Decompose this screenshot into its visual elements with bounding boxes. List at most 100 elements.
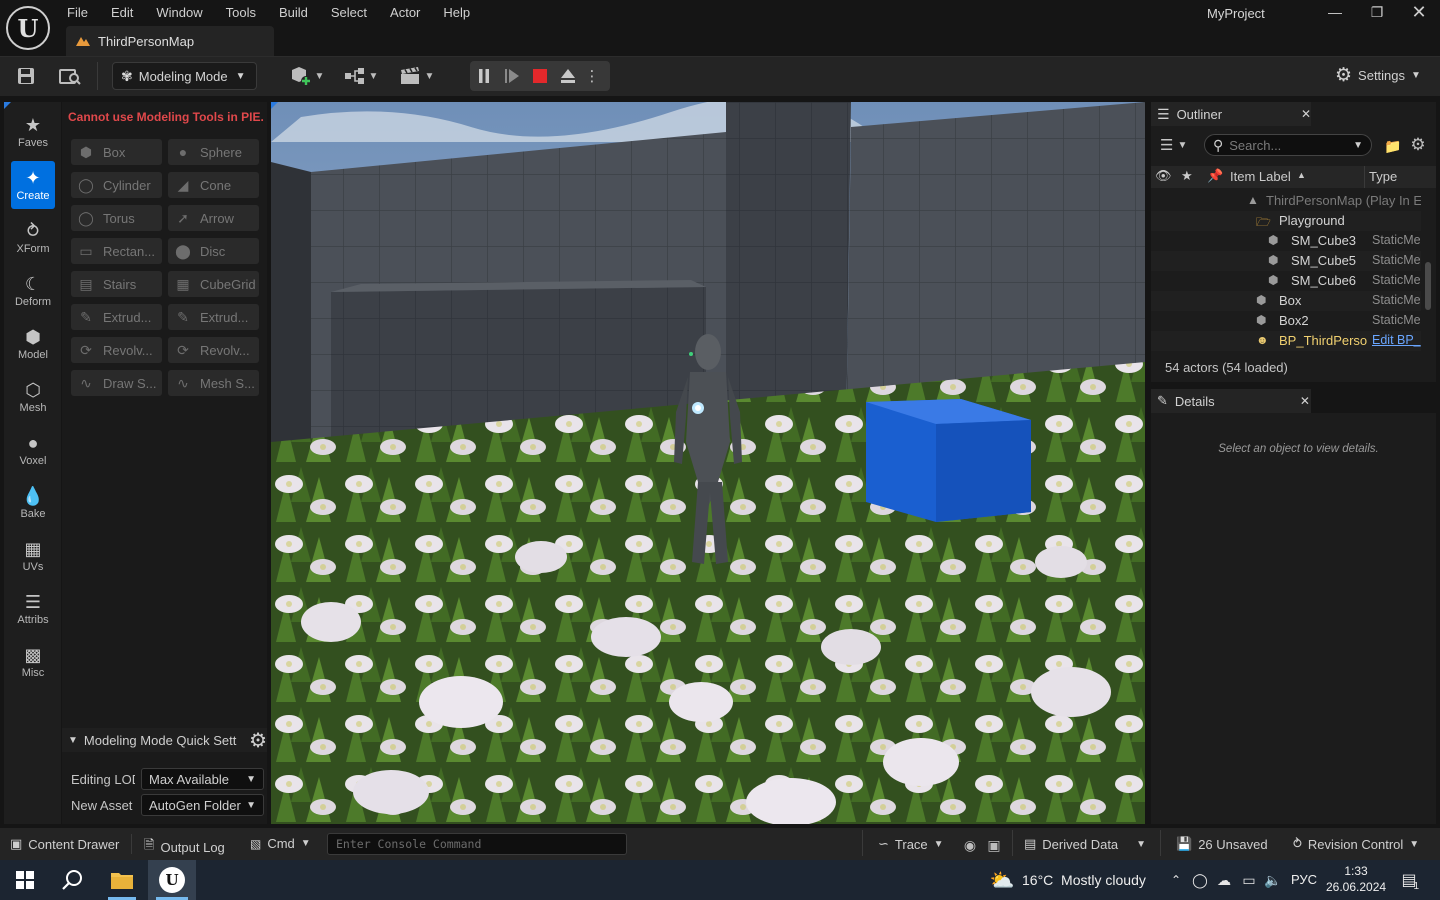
tool-revolve-path-button[interactable]: ⟳ Revolv... xyxy=(71,337,162,363)
record-icon[interactable]: ◉ xyxy=(961,836,979,854)
mode-misc[interactable]: ▩ Misc xyxy=(11,638,55,686)
tool-torus-button[interactable]: ◯ Torus xyxy=(71,205,162,231)
mode-model[interactable]: ⬢ Model xyxy=(11,320,55,368)
close-icon[interactable]: ✕ xyxy=(1300,394,1310,408)
add-folder-icon[interactable]: 📁 xyxy=(1384,137,1402,155)
new-asset-select[interactable]: AutoGen Folder ▼ xyxy=(141,794,264,816)
type-column[interactable]: Type xyxy=(1369,169,1397,184)
mode-xform[interactable]: ⥁ XForm xyxy=(11,214,55,262)
restore-button[interactable]: ❐ xyxy=(1357,2,1397,22)
chevron-up-icon[interactable]: ⌃ xyxy=(1166,860,1186,900)
edit-blueprint-link[interactable]: Edit BP_ xyxy=(1372,333,1421,347)
clock[interactable]: 1:33 26.06.2024 xyxy=(1326,864,1386,894)
output-log-button[interactable]: 🗎 Output Log xyxy=(144,836,225,858)
close-icon[interactable]: ✕ xyxy=(1301,107,1311,121)
gear-icon[interactable]: ⚙ xyxy=(1409,135,1427,154)
close-window-button[interactable]: ✕ xyxy=(1399,2,1439,22)
unreal-taskbar-button[interactable]: U xyxy=(148,860,196,900)
tool-box-button[interactable]: ⬢ Box xyxy=(71,139,162,165)
tool-cubegrid-button[interactable]: ▦ CubeGrid xyxy=(168,271,259,297)
screenshot-icon[interactable]: ▣ xyxy=(985,836,1003,854)
cinematics-button[interactable]: ▼ xyxy=(397,64,437,88)
stop-button[interactable] xyxy=(526,61,554,91)
minimize-button[interactable]: — xyxy=(1315,2,1355,22)
mode-bake[interactable]: 💧 Bake xyxy=(11,479,55,527)
console-command-input[interactable]: Enter Console Command xyxy=(327,833,627,855)
menu-file[interactable]: File xyxy=(58,3,97,22)
tool-sphere-button[interactable]: ● Sphere xyxy=(168,139,259,165)
gear-icon[interactable]: ⚙ xyxy=(249,728,267,753)
frame-skip-button[interactable] xyxy=(498,61,526,91)
network-icon[interactable]: ▭ xyxy=(1238,860,1260,900)
menu-tools[interactable]: Tools xyxy=(217,3,265,22)
mode-mesh[interactable]: ⬡ Mesh xyxy=(11,373,55,421)
eject-button[interactable] xyxy=(554,61,582,91)
file-explorer-button[interactable] xyxy=(98,860,146,900)
mode-selector-button[interactable]: ✾ Modeling Mode ▼ xyxy=(112,62,257,90)
derived-data-button[interactable]: ▤ Derived Data ▼ xyxy=(1024,836,1146,852)
outliner-tab[interactable]: ☰ Outliner ✕ xyxy=(1151,102,1311,126)
mode-attribs[interactable]: ☰ Attribs xyxy=(11,585,55,633)
volume-icon[interactable]: 🔈 xyxy=(1262,860,1284,900)
favorite-star-icon[interactable]: ★ xyxy=(1181,168,1193,184)
tool-extrude-polygon-button[interactable]: ✎ Extrud... xyxy=(168,304,259,330)
tool-disc-button[interactable]: ⬤ Disc xyxy=(168,238,259,264)
save-icon[interactable] xyxy=(14,64,38,88)
editing-lod-select[interactable]: Max Available ▼ xyxy=(141,768,264,790)
device-icon[interactable]: ◯ xyxy=(1190,860,1210,900)
blueprint-button[interactable]: ▼ xyxy=(341,64,381,88)
tool-cylinder-button[interactable]: ◯ Cylinder xyxy=(71,172,162,198)
outliner-row[interactable]: ⬢ SM_Cube3 StaticMe xyxy=(1151,231,1421,251)
trace-button[interactable]: ∽ Trace ▼ xyxy=(878,836,944,852)
menu-build[interactable]: Build xyxy=(270,3,317,22)
tool-mesh-spline-button[interactable]: ∿ Mesh S... xyxy=(168,370,259,396)
cmd-selector[interactable]: ▧ Cmd ▼ xyxy=(250,836,311,851)
outliner-row[interactable]: ⬢ SM_Cube5 StaticMe xyxy=(1151,251,1421,271)
mode-deform[interactable]: ☾ Deform xyxy=(11,267,55,315)
content-drawer-button[interactable]: ▣ Content Drawer xyxy=(10,836,119,852)
visibility-eye-icon[interactable]: 👁 xyxy=(1155,168,1172,184)
tool-revolve-boundary-button[interactable]: ⟳ Revolv... xyxy=(168,337,259,363)
item-label-column[interactable]: Item Label xyxy=(1230,169,1291,184)
outliner-row[interactable]: ⬢ SM_Cube6 StaticMe xyxy=(1151,271,1421,291)
outliner-row[interactable]: ▲ ThirdPersonMap (Play In E xyxy=(1151,191,1421,211)
details-tab[interactable]: ✎ Details ✕ xyxy=(1151,389,1311,413)
mode-uvs[interactable]: ▦ UVs xyxy=(11,532,55,580)
tool-arrow-button[interactable]: ➚ Arrow xyxy=(168,205,259,231)
mode-voxel[interactable]: ● Voxel xyxy=(11,426,55,474)
quick-settings-header[interactable]: ▼ Modeling Mode Quick Sett ⚙ xyxy=(62,728,267,752)
menu-edit[interactable]: Edit xyxy=(102,3,142,22)
mode-create[interactable]: ✦ Create xyxy=(11,161,55,209)
menu-actor[interactable]: Actor xyxy=(381,3,429,22)
level-viewport[interactable] xyxy=(271,102,1145,824)
unreal-logo-icon[interactable]: U xyxy=(6,6,50,50)
menu-window[interactable]: Window xyxy=(147,3,211,22)
outliner-scrollbar[interactable] xyxy=(1425,262,1431,310)
map-tab[interactable]: ThirdPersonMap xyxy=(66,26,274,56)
tool-draw-spline-button[interactable]: ∿ Draw S... xyxy=(71,370,162,396)
input-language[interactable]: РУС xyxy=(1291,872,1317,887)
filter-button[interactable]: ☰ ▼ xyxy=(1160,136,1187,154)
tool-stairs-button[interactable]: ▤ Stairs xyxy=(71,271,162,297)
revision-control-button[interactable]: ⥁ Revision Control ▼ xyxy=(1293,836,1419,852)
pin-icon[interactable]: 📌 xyxy=(1207,168,1223,184)
menu-help[interactable]: Help xyxy=(434,3,479,22)
outliner-row[interactable]: ⬢ Box2 StaticMe xyxy=(1151,311,1421,331)
outliner-row[interactable]: ⬢ Box StaticMe xyxy=(1151,291,1421,311)
play-options-button[interactable]: ⋮ xyxy=(582,61,602,91)
unsaved-button[interactable]: 💾 26 Unsaved xyxy=(1176,836,1268,852)
mode-faves[interactable]: ★ Faves xyxy=(11,108,55,156)
tool-rectangle-button[interactable]: ▭ Rectan... xyxy=(71,238,162,264)
outliner-row[interactable]: 🗁 Playground xyxy=(1151,211,1421,231)
start-button[interactable] xyxy=(4,860,46,900)
tool-cone-button[interactable]: ◢ Cone xyxy=(168,172,259,198)
tool-extrude-path-button[interactable]: ✎ Extrud... xyxy=(71,304,162,330)
settings-button[interactable]: ⚙ Settings ▼ xyxy=(1335,64,1421,87)
notifications-button[interactable]: ▤ 1 xyxy=(1394,860,1424,900)
outliner-row[interactable]: ☻ BP_ThirdPerso Edit BP_ xyxy=(1151,331,1421,351)
add-actor-button[interactable]: ▼ xyxy=(287,64,327,88)
taskbar-search-button[interactable] xyxy=(50,860,94,900)
menu-select[interactable]: Select xyxy=(322,3,376,22)
browse-content-icon[interactable] xyxy=(58,64,82,88)
pause-button[interactable] xyxy=(470,61,498,91)
